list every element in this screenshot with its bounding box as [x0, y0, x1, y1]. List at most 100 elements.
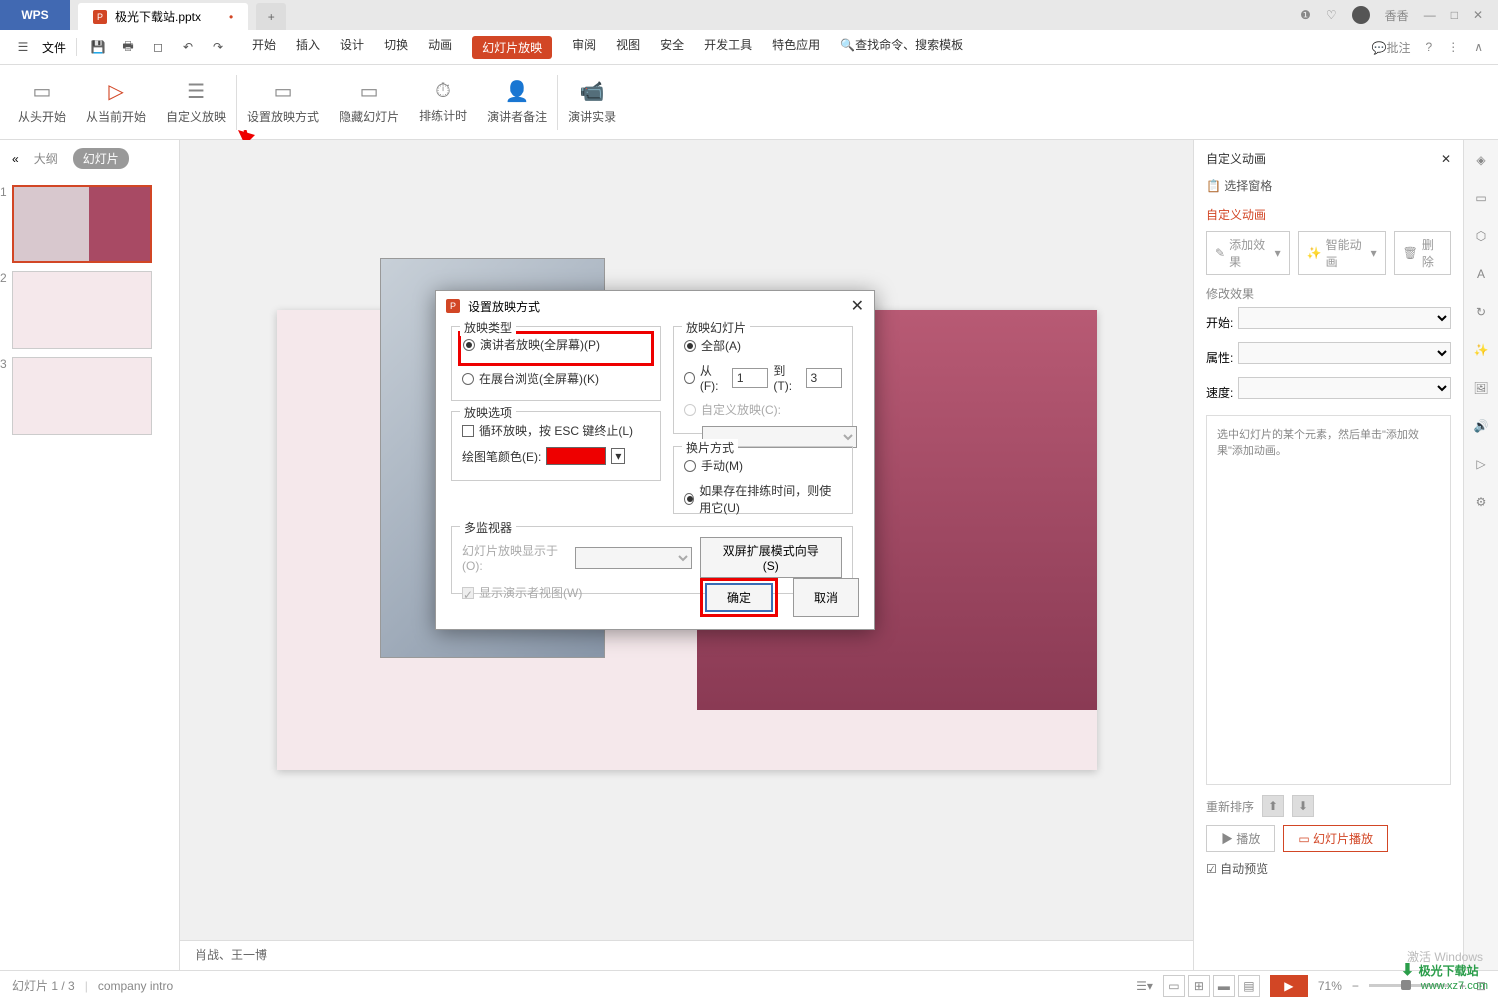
play-button[interactable]: ▶ 播放 — [1206, 825, 1275, 852]
menu-feature[interactable]: 特色应用 — [772, 36, 820, 59]
menu-insert[interactable]: 插入 — [296, 36, 320, 59]
tool-6[interactable]: ✨ — [1471, 340, 1491, 360]
collapse-icon[interactable]: ∧ — [1474, 40, 1483, 54]
zoom-out[interactable]: − — [1352, 979, 1359, 993]
tool-9[interactable]: ▷ — [1471, 454, 1491, 474]
play-slideshow[interactable]: ▶ — [1270, 975, 1308, 997]
dialog-close-button[interactable]: ✕ — [851, 296, 864, 316]
ribbon-custom-show[interactable]: ☰自定义放映 — [156, 67, 236, 137]
slideshow-button[interactable]: ▭ 幻灯片播放 — [1283, 825, 1388, 852]
maximize-icon[interactable]: □ — [1451, 8, 1458, 22]
slide-thumb-3[interactable]: 3 — [12, 357, 167, 435]
move-up-button[interactable]: ⬆ — [1262, 795, 1284, 817]
status-menu-icon[interactable]: ☰▾ — [1136, 979, 1153, 993]
start-select[interactable] — [1238, 307, 1451, 329]
ribbon-rehearse[interactable]: ⏱排练计时 — [409, 67, 477, 137]
checkbox-loop[interactable]: 循环放映，按 ESC 键终止(L) — [462, 422, 650, 439]
username: 香香 — [1385, 7, 1409, 24]
auto-preview-checkbox[interactable]: ☑ 自动预览 — [1206, 860, 1451, 877]
undo-icon[interactable]: ↶ — [177, 36, 199, 58]
to-spinner[interactable]: 3 — [806, 368, 843, 388]
tab-slides[interactable]: 幻灯片 — [73, 148, 129, 169]
menu-dev[interactable]: 开发工具 — [704, 36, 752, 59]
from-spinner[interactable]: 1 — [732, 368, 769, 388]
help-icon[interactable]: ? — [1426, 40, 1433, 54]
close-panel-icon[interactable]: ✕ — [1441, 152, 1451, 166]
smart-anim-button[interactable]: ✨智能动画 ▾ — [1298, 231, 1386, 275]
slide-thumb-2[interactable]: 2 — [12, 271, 167, 349]
ribbon-setup-show[interactable]: ▭设置放映方式 — [237, 67, 329, 137]
redo-icon[interactable]: ↷ — [207, 36, 229, 58]
view-sorter[interactable]: ⊞ — [1188, 975, 1210, 997]
modify-label: 修改效果 — [1206, 285, 1451, 302]
avatar[interactable] — [1352, 6, 1370, 24]
gift-icon[interactable]: ♡ — [1326, 8, 1337, 22]
ppt-icon: P — [93, 10, 107, 24]
comment-button[interactable]: 💬批注 — [1372, 39, 1411, 56]
menu-start[interactable]: 开始 — [252, 36, 276, 59]
print-icon[interactable]: 🖶 — [117, 36, 139, 58]
tab-outline[interactable]: 大纲 — [34, 150, 58, 167]
menu-slideshow[interactable]: 幻灯片放映 — [472, 36, 552, 59]
view-normal[interactable]: ▭ — [1163, 975, 1185, 997]
ribbon-from-current[interactable]: ▷从当前开始 — [76, 67, 156, 137]
search-box[interactable]: 🔍查找命令、搜索模板 — [840, 36, 963, 59]
save-icon[interactable]: 💾 — [87, 36, 109, 58]
radio-timing[interactable]: 如果存在排练时间，则使用它(U) — [684, 482, 842, 516]
radio-presenter[interactable]: 演讲者放映(全屏幕)(P) — [463, 336, 649, 353]
radio-kiosk[interactable]: 在展台浏览(全屏幕)(K) — [462, 370, 650, 387]
file-menu[interactable]: 文件 — [42, 39, 66, 56]
menu-design[interactable]: 设计 — [340, 36, 364, 59]
tool-3[interactable]: ⬡ — [1471, 226, 1491, 246]
status-section: company intro — [98, 979, 173, 993]
select-pane-button[interactable]: 📋 选择窗格 — [1206, 177, 1451, 194]
dialog-title: 设置放映方式 — [468, 298, 540, 315]
notes-area[interactable]: 肖战、王一博 — [180, 940, 1193, 970]
close-icon[interactable]: ✕ — [1473, 8, 1483, 22]
cancel-button[interactable]: 取消 — [793, 578, 859, 617]
slide-thumb-1[interactable]: 1 — [12, 185, 167, 263]
menu-trans[interactable]: 切换 — [384, 36, 408, 59]
badge-icon[interactable]: ❶ — [1300, 8, 1311, 22]
menu-view[interactable]: 视图 — [616, 36, 640, 59]
site-watermark: ⬇ 极光下载站 www.xz7.com — [1401, 960, 1488, 992]
dialog-icon: P — [446, 299, 460, 313]
radio-from[interactable]: 从(F):1 到(T):3 — [684, 362, 842, 393]
menu-icon[interactable]: ☰ — [12, 36, 34, 58]
tool-5[interactable]: ↻ — [1471, 302, 1491, 322]
menu-review[interactable]: 审阅 — [572, 36, 596, 59]
tool-4[interactable]: A — [1471, 264, 1491, 284]
ribbon-notes[interactable]: 👤演讲者备注 — [477, 67, 557, 137]
view-notes[interactable]: ▤ — [1238, 975, 1260, 997]
preview-icon[interactable]: ◻ — [147, 36, 169, 58]
radio-manual[interactable]: 手动(M) — [684, 457, 842, 474]
pen-color-swatch[interactable] — [546, 447, 606, 465]
more-icon[interactable]: ⋮ — [1447, 40, 1459, 54]
tool-8[interactable]: 🔊 — [1471, 416, 1491, 436]
tool-2[interactable]: ▭ — [1471, 188, 1491, 208]
view-reading[interactable]: ▬ — [1213, 975, 1235, 997]
ribbon-from-start[interactable]: ▭从头开始 — [8, 67, 76, 137]
wps-logo[interactable]: WPS — [0, 0, 70, 30]
ok-button[interactable]: 确定 — [705, 583, 773, 612]
ribbon-record[interactable]: 📹演讲实录 — [558, 67, 626, 137]
ribbon-hide-slide[interactable]: ▭隐藏幻灯片 — [329, 67, 409, 137]
status-page: 幻灯片 1 / 3 — [12, 977, 75, 994]
attr-select[interactable] — [1238, 342, 1451, 364]
tool-10[interactable]: ⚙ — [1471, 492, 1491, 512]
minimize-icon[interactable]: — — [1424, 8, 1436, 22]
move-down-button[interactable]: ⬇ — [1292, 795, 1314, 817]
tool-7[interactable]: 🖼 — [1471, 378, 1491, 398]
delete-button[interactable]: 🗑删除 — [1394, 231, 1451, 275]
dual-screen-button[interactable]: 双屏扩展模式向导(S) — [700, 537, 842, 578]
add-effect-button[interactable]: ✎添加效果 ▾ — [1206, 231, 1290, 275]
menu-anim[interactable]: 动画 — [428, 36, 452, 59]
document-tab[interactable]: P 极光下载站.pptx • — [78, 3, 248, 30]
tool-1[interactable]: ◈ — [1471, 150, 1491, 170]
new-tab-button[interactable]: + — [256, 3, 286, 30]
radio-all[interactable]: 全部(A) — [684, 337, 842, 354]
zoom-label: 71% — [1318, 979, 1342, 993]
collapse-panel-icon[interactable]: « — [12, 152, 19, 166]
speed-select[interactable] — [1238, 377, 1451, 399]
menu-security[interactable]: 安全 — [660, 36, 684, 59]
